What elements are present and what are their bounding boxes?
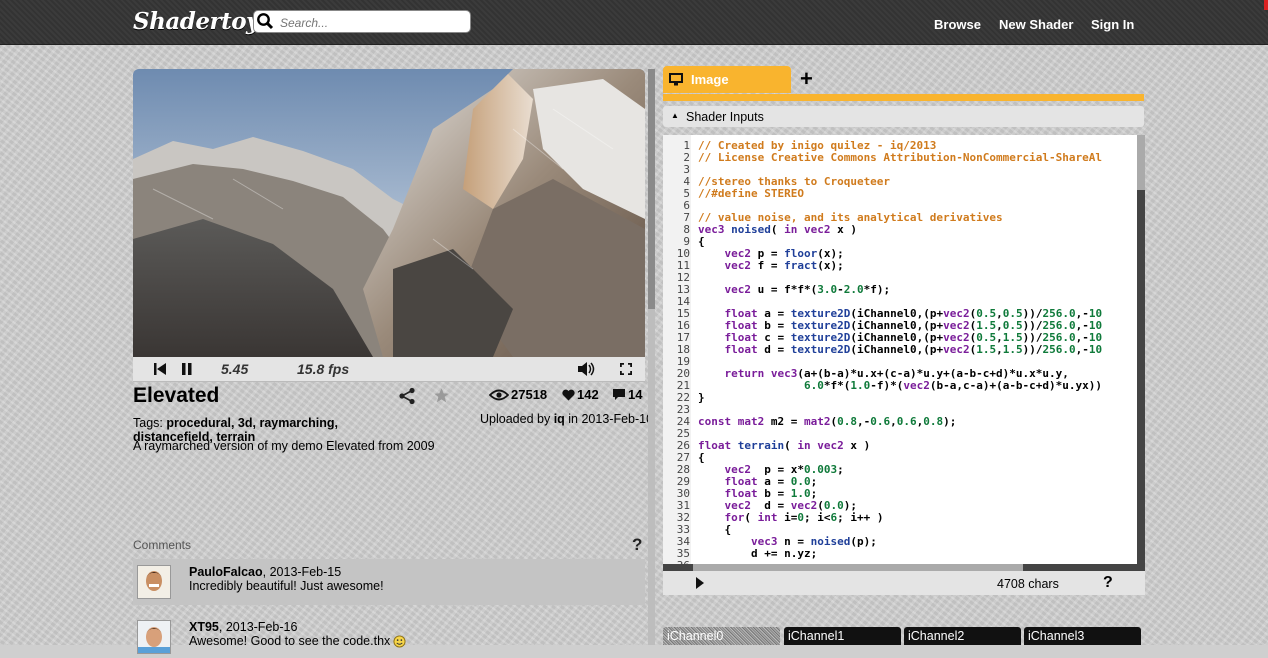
likes-count: 142 [577,387,599,402]
search-icon[interactable] [256,12,274,30]
nav-browse[interactable]: Browse [934,17,981,32]
star-icon [434,388,449,403]
tags-label: Tags: [133,416,163,430]
code-text: vec2 f = fract(x); [724,259,844,272]
add-tab-button[interactable]: + [800,66,813,92]
ichannel3-label: iChannel3 [1028,629,1085,643]
shader-inputs-label: Shader Inputs [686,110,764,124]
comments-stat: 14 [612,387,642,402]
editor-help[interactable]: ? [1103,574,1113,592]
share-button[interactable] [398,387,416,408]
code-text: float d = texture2D(iChannel0,(p+vec2(1.… [724,343,1103,356]
ichannel1-label: iChannel1 [788,629,845,643]
comment-author[interactable]: XT95 [189,620,219,634]
play-icon [696,577,704,589]
comment-header: PauloFalcao, 2013-Feb-15 [189,565,341,579]
monitor-icon [669,73,683,86]
views-stat: 27518 [489,387,547,402]
favorite-button[interactable] [433,387,450,407]
page-scrollbar[interactable] [648,69,655,645]
shader-canvas[interactable] [133,69,645,357]
tab-image-label: Image [691,72,729,87]
code-text: } [698,391,705,404]
rewind-button[interactable] [153,357,167,381]
comment-text: Awesome! Good to see the code.thx [189,634,391,648]
author-link[interactable]: iq [554,412,565,426]
ichannel0-slot[interactable]: iChannel0 [663,627,780,645]
comment-header: XT95, 2013-Feb-16 [189,620,297,634]
comment-author[interactable]: PauloFalcao [189,565,263,579]
comment-text-row: Awesome! Good to see the code.thx [189,634,406,648]
shadertoy-logo[interactable]: Shadertoy [133,8,259,35]
code-text: vec2 u = f*f*(3.0-2.0*f); [724,283,891,296]
uploaded-info: Uploaded by iq in 2013-Feb-10 [480,412,653,426]
top-navbar: Shadertoy Browse New Shader Sign In [0,0,1268,45]
nav-sign-in[interactable]: Sign In [1091,17,1134,32]
shader-inputs-toggle[interactable]: ▲ Shader Inputs [663,106,1144,127]
search-input[interactable] [278,13,468,32]
avatar-image [138,566,170,598]
views-count: 27518 [511,387,548,402]
ichannel1-slot[interactable]: iChannel1 [784,627,901,645]
tab-image[interactable]: Image [663,66,791,93]
avatar-image [138,621,170,653]
comments-heading: Comments [133,538,192,552]
fullscreen-icon [620,363,632,375]
ichannel3-slot[interactable]: iChannel3 [1024,627,1141,645]
playback-time: 5.45 [221,361,249,377]
code-text: vec3 noised( in vec2 x ) [698,223,857,236]
volume-button[interactable] [577,357,597,381]
eye-icon [489,389,509,400]
ichannel0-label: iChannel0 [667,629,724,643]
comment-item: PauloFalcao, 2013-Feb-15 Incredibly beau… [133,559,645,605]
code-text: // License Creative Commons Attribution-… [698,151,1102,164]
shader-title: Elevated [133,384,220,407]
fps-counter: 15.8 fps [297,361,350,377]
page-scrollbar-thumb[interactable] [648,69,655,309]
comments-help[interactable]: ? [632,535,642,555]
code-editor[interactable]: 1// Created by inigo quilez - iq/2013 2//… [663,135,1137,564]
speaker-icon [578,362,595,376]
collapse-triangle-icon: ▲ [671,111,679,120]
smiley-icon [393,634,406,648]
code-text: const mat2 m2 = mat2(0.8,-0.6,0.6,0.8); [698,415,957,428]
shader-description: A raymarched version of my demo Elevated… [133,439,435,453]
pause-icon [182,363,192,375]
fullscreen-button[interactable] [619,357,633,381]
nav-new-shader[interactable]: New Shader [999,17,1073,32]
share-icon [399,387,415,405]
code-text: 6.0*f*(1.0-f)*(vec2(b-a,c-a)+(a-b-c+d)*u… [803,379,1103,392]
code-horizontal-scrollbar-thumb[interactable] [693,564,1023,571]
corner-marker [1264,0,1268,10]
comment-item: XT95, 2013-Feb-16 Awesome! Good to see t… [133,612,645,658]
char-count: 4708 chars [997,577,1059,591]
avatar[interactable] [137,620,171,654]
comment-text: Incredibly beautiful! Just awesome! [189,579,384,593]
comment-bubble-icon [613,389,625,400]
likes-stat: 142 [562,387,599,402]
search-box[interactable] [253,10,471,33]
ichannel2-slot[interactable]: iChannel2 [904,627,1021,645]
editor-statusbar: 4708 chars ? [663,571,1145,595]
rendered-mountain-image [133,69,645,357]
pause-button[interactable] [181,357,193,381]
code-text: float terrain( in vec2 x ) [698,439,871,452]
player-controls: 5.45 15.8 fps [133,357,645,382]
code-vertical-scrollbar-thumb[interactable] [1137,135,1145,190]
code-text: d += n.yz; [698,547,818,560]
comment-date: , 2013-Feb-15 [262,565,342,579]
comment-date: , 2013-Feb-16 [218,620,298,634]
avatar[interactable] [137,565,171,599]
comments-count: 14 [628,387,643,402]
rewind-icon [154,363,166,375]
heart-icon [562,389,575,400]
uploaded-prefix: Uploaded by [480,412,551,426]
ichannel2-label: iChannel2 [908,629,965,643]
code-text: //#define STEREO [698,187,804,200]
uploaded-date: in 2013-Feb-10 [568,412,654,426]
code-horizontal-scrollbar[interactable] [663,564,1145,571]
tab-underline [663,94,1144,101]
compile-button[interactable] [695,576,705,593]
code-vertical-scrollbar[interactable] [1137,135,1145,564]
